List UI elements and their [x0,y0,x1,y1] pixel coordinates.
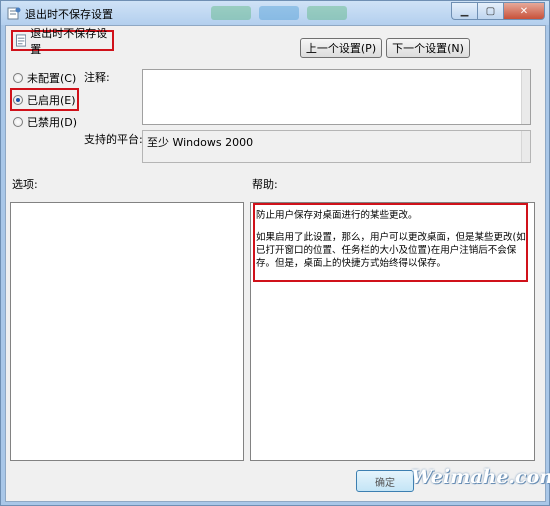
options-label: 选项: [12,178,38,191]
window-controls: ▁ ▢ ✕ [451,2,545,20]
options-pane [10,202,244,461]
dialog-window: 退出时不保存设置 ▁ ▢ ✕ 退出时不保存设置 上一个设置(P) 下一个设置(N… [0,0,550,506]
help-highlight-box [253,203,528,282]
setting-doc-icon [16,34,27,47]
setting-name-box: 退出时不保存设置 [11,27,114,56]
radio-button-selected[interactable] [13,95,23,105]
prev-setting-button[interactable]: 上一个设置(P) [300,38,382,58]
comment-label: 注释: [84,71,110,84]
radio-enabled[interactable]: 已启用(E) [13,92,76,108]
radio-not-configured[interactable]: 未配置(C) [13,70,76,86]
ok-button[interactable]: 确定 [356,470,414,492]
platform-field: 至少 Windows 2000 [142,130,531,163]
platform-scrollbar[interactable] [521,131,530,162]
radio-button[interactable] [13,117,23,127]
policy-settings-icon [7,7,21,20]
setting-name-label: 退出时不保存设置 [30,26,108,56]
title-bar[interactable]: 退出时不保存设置 ▁ ▢ ✕ [1,1,549,25]
window-title: 退出时不保存设置 [25,8,113,21]
radio-label: 已禁用(D) [27,116,78,129]
platform-label: 支持的平台: [84,133,143,146]
next-setting-button[interactable]: 下一个设置(N) [386,38,470,58]
radio-disabled[interactable]: 已禁用(D) [13,114,77,130]
close-icon[interactable]: ✕ [503,2,545,20]
dialog-content: 退出时不保存设置 上一个设置(P) 下一个设置(N) 未配置(C) 已启用(E)… [5,25,550,502]
comment-scrollbar[interactable] [521,70,530,124]
platform-value: 至少 Windows 2000 [147,136,254,149]
maximize-icon[interactable]: ▢ [477,2,503,20]
help-label: 帮助: [252,178,278,191]
radio-label: 已启用(E) [27,94,76,107]
title-bar-decoration [211,6,347,20]
radio-label: 未配置(C) [27,72,77,85]
minimize-icon[interactable]: ▁ [451,2,477,20]
watermark-logo: Weimahe.com [411,466,550,488]
comment-textarea[interactable] [142,69,531,125]
radio-button[interactable] [13,73,23,83]
